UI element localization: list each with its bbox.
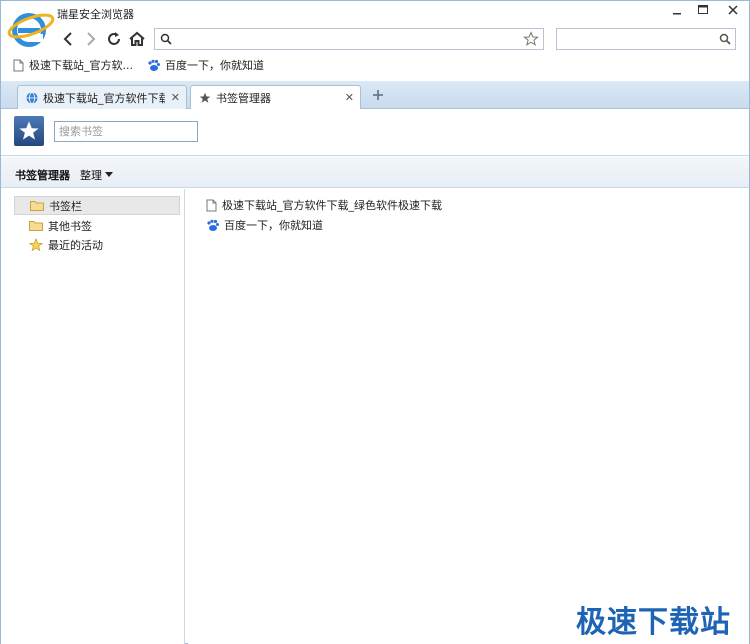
bookmarks-bar: 极速下载站_官方软... 百度一下，你就知道 [1,54,749,76]
tree-item-label: 最近的活动 [48,238,103,252]
tab-jisu[interactable]: 极速下载站_官方软件下载 ✕ [17,85,187,109]
search-icon [160,33,172,45]
watermark: 极速下载站 [576,605,731,640]
list-item[interactable]: 极速下载站_官方软件下载_绿色软件极速下载 [206,196,442,214]
toolbar-title: 书签管理器 [15,169,70,182]
maximize-button[interactable] [690,1,716,19]
browser-logo-icon [7,13,55,47]
new-tab-button[interactable] [369,86,387,104]
forward-button[interactable] [80,28,102,50]
web-search-box[interactable] [556,28,736,50]
bookmarks-bar-item-label: 百度一下，你就知道 [165,59,264,72]
search-icon[interactable] [719,33,731,45]
minimize-button[interactable] [664,1,690,19]
address-input[interactable] [177,31,517,47]
close-icon [728,5,738,15]
tree-item-other-bookmarks[interactable]: 其他书签 [14,216,180,235]
tree-item-recent-activity[interactable]: 最近的活动 [14,235,180,254]
page-icon [206,199,217,211]
list-item[interactable]: 百度一下，你就知道 [206,216,323,234]
tab-close-icon[interactable]: ✕ [171,91,180,104]
chevron-right-icon [87,32,96,46]
star-icon [199,92,211,103]
home-icon [129,31,145,46]
bookmarks-bar-item-label: 极速下载站_官方软... [29,59,133,72]
browser-window: 瑞星安全浏览器 极速下载站_官方软... 百度一下，你就知道 极速下载站_官方软… [0,0,750,644]
folder-icon [30,201,44,211]
tab-label: 极速下载站_官方软件下载 [43,91,165,105]
tree-item-label: 书签栏 [49,199,82,213]
organize-menu-button[interactable]: 整理 [80,167,113,183]
minimize-icon [673,13,681,15]
back-button[interactable] [57,28,79,50]
folder-tree: 书签栏 其他书签 最近的活动 [1,189,185,644]
browser-top-bar: 瑞星安全浏览器 极速下载站_官方软... 百度一下，你就知道 [1,1,749,79]
chevron-left-icon [63,32,72,46]
bookmark-manager-toolbar: 书签管理器 整理 [1,157,749,188]
tree-item-bookmarks-bar[interactable]: 书签栏 [14,196,180,215]
tree-item-label: 其他书签 [48,219,92,233]
plus-icon [373,90,383,100]
baidu-paw-icon [148,59,160,71]
tab-close-icon[interactable]: ✕ [345,91,354,104]
bookmarks-bar-item[interactable]: 极速下载站_官方软... [13,57,133,73]
star-icon [29,237,43,251]
refresh-button[interactable] [103,28,125,50]
favorite-star-icon[interactable] [523,31,539,47]
page-icon [13,59,24,71]
tab-label: 书签管理器 [216,92,271,105]
baidu-paw-icon [207,219,219,231]
globe-icon [26,91,38,104]
list-item-label: 极速下载站_官方软件下载_绿色软件极速下载 [222,199,442,212]
caret-down-icon [105,172,113,177]
tab-bookmark-manager[interactable]: 书签管理器 ✕ [190,85,361,110]
organize-label: 整理 [80,169,102,182]
home-button[interactable] [126,28,148,50]
close-window-button[interactable] [716,1,750,19]
folder-icon [29,221,43,231]
star-icon [19,121,39,140]
refresh-icon [108,32,120,45]
maximize-icon [698,5,708,14]
address-bar[interactable] [154,28,544,50]
bookmark-search-input[interactable] [54,121,198,142]
bookmark-manager-logo [14,116,44,146]
web-search-input[interactable] [561,31,711,47]
list-item-label: 百度一下，你就知道 [224,219,323,232]
window-title: 瑞星安全浏览器 [57,8,134,21]
bookmark-manager-header [1,109,749,156]
bookmarks-bar-item[interactable]: 百度一下，你就知道 [147,57,264,73]
bookmark-list: 极速下载站_官方软件下载_绿色软件极速下载 百度一下，你就知道 [188,189,749,644]
